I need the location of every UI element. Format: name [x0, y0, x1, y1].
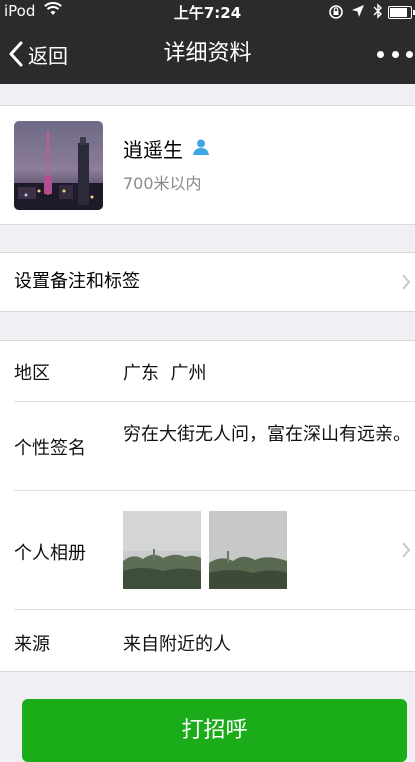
distance-label: 700米以内 — [123, 174, 202, 193]
source-row: 来源 来自附近的人 — [0, 610, 415, 670]
region-value: 广东 广州 — [123, 363, 207, 384]
more-dots-icon — [406, 50, 413, 58]
album-photo[interactable] — [123, 511, 201, 589]
source-label: 来源 — [14, 634, 50, 655]
info-list: 地区 广东 广州 个性签名 穷在大街无人问，富在深山有远亲。 个人相册 来源 来… — [0, 340, 415, 672]
album-label: 个人相册 — [14, 543, 86, 564]
region-label: 地区 — [14, 363, 50, 384]
region-row: 地区 广东 广州 — [0, 341, 415, 401]
status-bar: iPod 上午7:24 — [0, 0, 415, 24]
back-button[interactable]: 返回 — [8, 24, 68, 84]
greet-button[interactable]: 打招呼 — [22, 699, 407, 762]
signature-value: 穷在大街无人问，富在深山有远亲。 — [123, 424, 411, 445]
signature-row: 个性签名 穷在大街无人问，富在深山有远亲。 — [0, 402, 415, 490]
back-label: 返回 — [28, 43, 68, 68]
landscape-photo-image — [209, 511, 287, 589]
navigation-bar: 返回 详细资料 — [0, 24, 415, 84]
chevron-right-icon — [402, 542, 411, 558]
more-button[interactable] — [377, 42, 413, 66]
chevron-right-icon — [402, 274, 411, 290]
set-remark-label: 设置备注和标签 — [14, 271, 140, 292]
chevron-left-icon — [9, 41, 23, 67]
landscape-photo-image — [123, 511, 201, 589]
set-remark-row[interactable]: 设置备注和标签 — [0, 252, 415, 312]
album-row[interactable]: 个人相册 — [0, 491, 415, 609]
album-photo[interactable] — [209, 511, 287, 589]
battery-icon — [388, 6, 415, 19]
city-night-avatar-image — [14, 121, 103, 210]
signature-label: 个性签名 — [14, 438, 86, 459]
more-dots-icon — [391, 50, 399, 58]
person-icon — [193, 139, 209, 155]
location-arrow-icon — [352, 5, 364, 17]
battery-level — [390, 8, 407, 17]
more-dots-icon — [377, 50, 384, 58]
profile-name: 逍遥生 — [123, 138, 183, 162]
avatar[interactable] — [14, 121, 103, 210]
rotation-lock-icon — [329, 5, 343, 19]
source-value: 来自附近的人 — [123, 634, 231, 655]
bluetooth-icon — [373, 3, 382, 19]
profile-card: 逍遥生 700米以内 — [0, 105, 415, 225]
